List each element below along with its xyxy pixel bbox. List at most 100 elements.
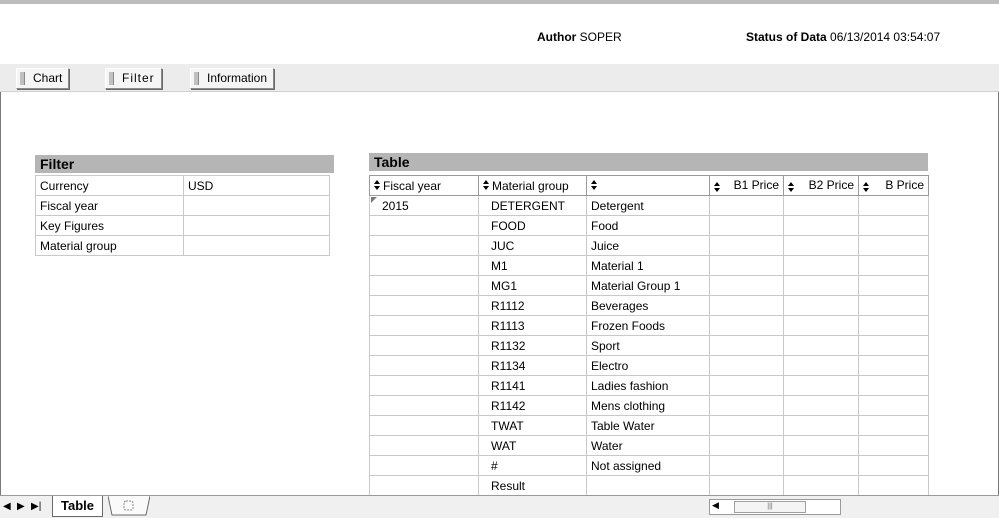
filter-value[interactable] <box>183 215 330 236</box>
filter-label: Fiscal year <box>35 195 184 216</box>
filter-tab-label: Filter <box>122 71 155 85</box>
expand-corner-icon[interactable] <box>371 197 377 203</box>
fiscal-year-cell <box>369 275 479 296</box>
material-group-code-cell[interactable]: JUC <box>478 235 587 256</box>
filter-tab-button[interactable]: Filter <box>105 68 162 89</box>
header-b1-price[interactable]: B1 Price <box>709 175 784 196</box>
fiscal-year-cell <box>369 355 479 376</box>
material-group-name-cell: Mens clothing <box>586 395 710 416</box>
material-group-code-cell[interactable]: TWAT <box>478 415 587 436</box>
table-row: R1113 Frozen Foods <box>369 315 929 336</box>
b1-price-cell <box>709 195 784 216</box>
b1-price-cell <box>709 455 784 476</box>
b1-price-cell <box>709 215 784 236</box>
b-price-cell <box>858 375 929 396</box>
status-label: Status of Data <box>746 30 827 44</box>
b-price-cell <box>858 255 929 276</box>
material-group-code-cell[interactable]: # <box>478 455 587 476</box>
sort-icon[interactable] <box>714 182 721 193</box>
b2-price-cell <box>783 335 859 356</box>
filter-panel-title: Filter <box>35 155 334 173</box>
fiscal-year-cell <box>369 215 479 236</box>
b1-price-cell <box>709 355 784 376</box>
b-price-cell <box>858 395 929 416</box>
material-group-code-cell[interactable]: R1113 <box>478 315 587 336</box>
fiscal-year-cell: 2015 <box>369 195 479 216</box>
sort-icon[interactable] <box>788 182 795 193</box>
header-material-group-text[interactable] <box>586 175 710 196</box>
filter-value[interactable] <box>183 195 330 216</box>
header-b2-price[interactable]: B2 Price <box>783 175 859 196</box>
author-info: Author SOPER <box>537 30 622 44</box>
header-label: Fiscal year <box>383 178 442 193</box>
filter-table: Currency USD Fiscal year Key Figures Materia… <box>35 175 330 256</box>
status-of-data: Status of Data 06/13/2014 03:54:07 <box>746 30 940 44</box>
table-row: R1112 Beverages <box>369 295 929 316</box>
material-group-code-cell[interactable]: WAT <box>478 435 587 456</box>
report-header: Author SOPER Status of Data 06/13/2014 0… <box>0 4 999 65</box>
material-group-code-cell[interactable]: R1141 <box>478 375 587 396</box>
b2-price-cell <box>783 375 859 396</box>
filter-row: Currency USD <box>35 175 330 196</box>
button-grip-icon <box>194 72 199 85</box>
material-group-code-cell[interactable]: R1132 <box>478 335 587 356</box>
chart-tab-button[interactable]: Chart <box>16 68 70 89</box>
fiscal-year-cell <box>369 255 479 276</box>
b-price-cell <box>858 415 929 436</box>
b1-price-cell <box>709 275 784 296</box>
material-group-name-cell: Ladies fashion <box>586 375 710 396</box>
next-sheet-icon[interactable]: ▶ <box>17 501 25 512</box>
b2-price-cell <box>783 255 859 276</box>
material-group-name-cell: Food <box>586 215 710 236</box>
scroll-left-icon[interactable]: ◀ <box>712 500 719 511</box>
material-group-name-cell: Not assigned <box>586 455 710 476</box>
filter-value[interactable] <box>183 235 330 256</box>
material-group-code-cell[interactable]: R1134 <box>478 355 587 376</box>
information-tab-button[interactable]: Information <box>190 68 275 89</box>
header-b-price[interactable]: B Price <box>858 175 929 196</box>
material-group-code-cell[interactable]: DETERGENT <box>478 195 587 216</box>
b1-price-cell <box>709 415 784 436</box>
b-price-cell <box>858 435 929 456</box>
table-row: Result <box>369 475 929 496</box>
data-table: Fiscal year Material group B1 Price B2 P… <box>369 175 929 496</box>
prev-sheet-icon[interactable]: ◀ <box>3 501 11 512</box>
new-sheet-icon[interactable] <box>108 496 150 516</box>
filter-row: Key Figures <box>35 215 330 236</box>
header-label: Material group <box>492 178 569 193</box>
b1-price-cell <box>709 335 784 356</box>
b-price-cell <box>858 295 929 316</box>
fiscal-year-cell <box>369 235 479 256</box>
header-material-group[interactable]: Material group <box>478 175 587 196</box>
filter-value[interactable]: USD <box>183 175 330 196</box>
scroll-thumb[interactable]: ||| <box>734 501 806 513</box>
filter-label: Material group <box>35 235 184 256</box>
table-header-row: Fiscal year Material group B1 Price B2 P… <box>369 175 929 196</box>
sort-icon[interactable] <box>374 179 381 191</box>
b2-price-cell <box>783 415 859 436</box>
material-group-code-cell[interactable]: R1112 <box>478 295 587 316</box>
sort-icon[interactable] <box>591 179 598 191</box>
material-group-name-cell: Beverages <box>586 295 710 316</box>
fiscal-year-cell <box>369 475 479 496</box>
material-group-code-cell[interactable]: Result <box>478 475 587 496</box>
sort-icon[interactable] <box>863 182 870 193</box>
material-group-name-cell: Sport <box>586 335 710 356</box>
table-row: R1141 Ladies fashion <box>369 375 929 396</box>
status-value: 06/13/2014 03:54:07 <box>830 30 941 44</box>
view-toolbar: Chart Filter Information <box>0 64 999 92</box>
table-row: R1132 Sport <box>369 335 929 356</box>
sheet-tab-bar: ◀ ▶ ▶| Table ◀ ||| <box>0 495 999 518</box>
horizontal-scrollbar[interactable]: ◀ ||| <box>709 499 841 515</box>
material-group-code-cell[interactable]: M1 <box>478 255 587 276</box>
last-sheet-icon[interactable]: ▶| <box>31 501 41 512</box>
sort-icon[interactable] <box>483 179 490 191</box>
material-group-code-cell[interactable]: MG1 <box>478 275 587 296</box>
table-row: WAT Water <box>369 435 929 456</box>
header-fiscal-year[interactable]: Fiscal year <box>369 175 479 196</box>
sheet-tab-table[interactable]: Table <box>52 496 103 517</box>
material-group-code-cell[interactable]: FOOD <box>478 215 587 236</box>
b1-price-cell <box>709 475 784 496</box>
material-group-code-cell[interactable]: R1142 <box>478 395 587 416</box>
material-group-name-cell: Frozen Foods <box>586 315 710 336</box>
